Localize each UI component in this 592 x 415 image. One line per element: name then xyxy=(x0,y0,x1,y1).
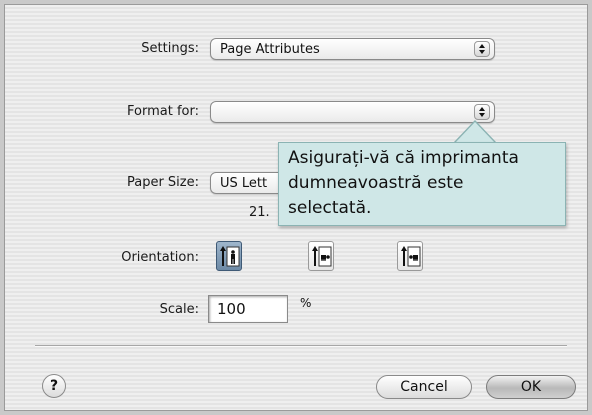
orientation-reverse-landscape-button[interactable] xyxy=(397,241,423,271)
scale-unit: % xyxy=(300,296,312,310)
format-for-label: Format for: xyxy=(127,104,199,119)
orientation-label: Orientation: xyxy=(121,250,199,265)
callout-line: Asigurați-vă că imprimanta xyxy=(288,148,519,168)
separator xyxy=(35,345,567,347)
callout-line: selectată. xyxy=(288,198,372,218)
callout-pointer xyxy=(455,122,495,143)
popup-arrows-icon xyxy=(474,41,490,57)
popup-arrows-icon xyxy=(474,104,490,120)
instruction-callout: Asigurați-vă că imprimanta dumneavoastră… xyxy=(278,142,566,226)
scale-input[interactable] xyxy=(208,295,288,323)
format-for-popup[interactable] xyxy=(210,101,495,123)
settings-popup[interactable]: Page Attributes xyxy=(210,38,495,60)
cancel-button[interactable]: Cancel xyxy=(376,375,472,399)
paper-dimensions: 21. xyxy=(249,205,270,220)
paper-size-label: Paper Size: xyxy=(126,175,199,190)
portrait-icon xyxy=(220,246,240,267)
scale-label: Scale: xyxy=(159,302,199,317)
ok-button[interactable]: OK xyxy=(486,375,576,399)
help-button[interactable]: ? xyxy=(42,374,66,398)
orientation-landscape-button[interactable] xyxy=(308,241,334,271)
orientation-portrait-button[interactable] xyxy=(216,241,242,271)
landscape-icon xyxy=(312,246,332,267)
paper-size-value: US Lett xyxy=(220,176,268,191)
settings-value: Page Attributes xyxy=(220,42,320,57)
settings-label: Settings: xyxy=(141,41,199,56)
callout-line: dumneavoastră este xyxy=(288,173,464,193)
reverse-landscape-icon xyxy=(401,246,421,267)
